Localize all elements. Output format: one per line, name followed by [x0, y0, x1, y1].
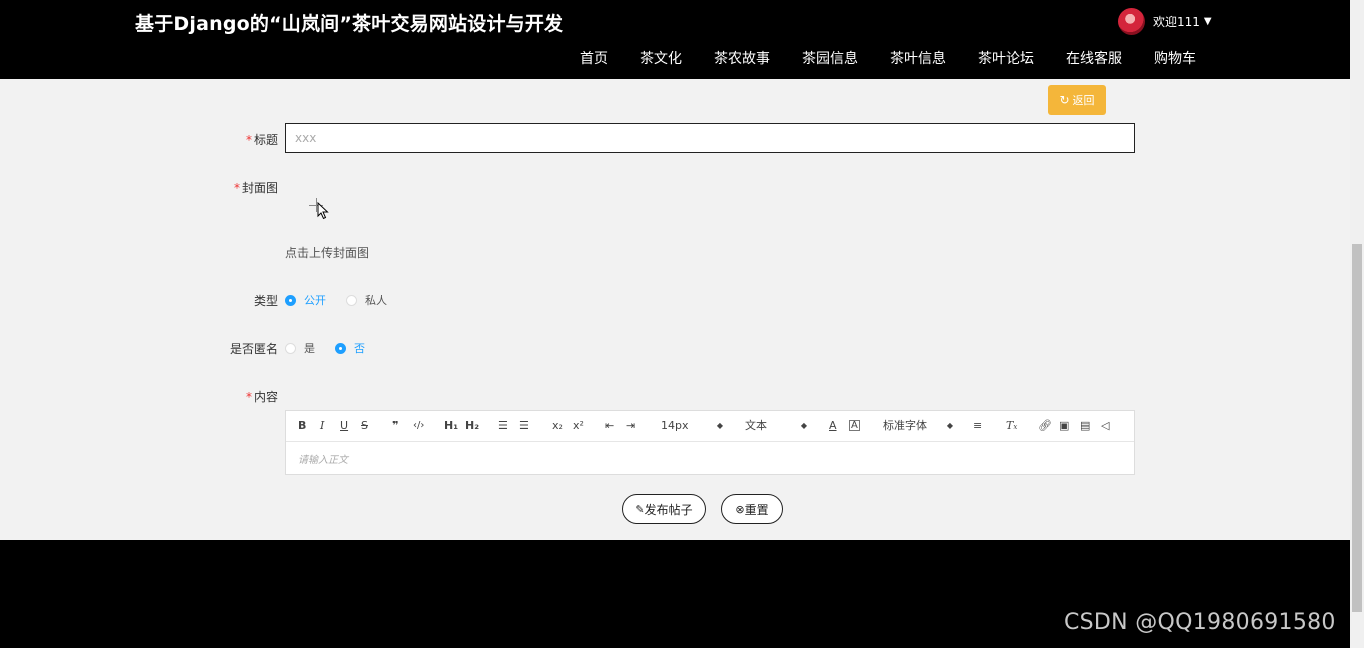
radio-type-private[interactable]: 私人 — [346, 292, 387, 308]
radio-unchecked-icon[interactable] — [285, 342, 296, 354]
superscript-icon[interactable]: x² — [573, 419, 584, 433]
align-icon[interactable]: ≡ — [973, 419, 982, 433]
heading-1-icon[interactable]: H₁ — [444, 419, 458, 433]
blockquote-icon[interactable]: ❞ — [392, 419, 398, 433]
image-icon[interactable]: ▣ — [1059, 419, 1069, 433]
link-icon[interactable]: 🔗︎ — [1038, 419, 1052, 433]
underline-icon[interactable]: U — [340, 419, 348, 433]
site-title: 基于Django的“山岚间”茶叶交易网站设计与开发 — [135, 13, 564, 35]
refresh-icon: ↻ — [1059, 93, 1070, 107]
indent-icon[interactable]: ⇥ — [626, 419, 635, 433]
bold-icon[interactable]: B — [298, 419, 306, 433]
type-label: 类型 — [253, 294, 278, 308]
radio-anon-no[interactable]: 否 — [335, 340, 365, 356]
clear-format-icon[interactable]: Tx — [1006, 419, 1017, 433]
background-color-icon[interactable]: A — [849, 420, 860, 431]
video-icon[interactable]: ▤ — [1080, 419, 1090, 433]
anonymous-label: 是否匿名 — [229, 342, 278, 356]
main-nav: 首页 茶文化 茶农故事 茶园信息 茶叶信息 茶叶论坛 在线客服 购物车 — [564, 50, 1212, 68]
select-arrow-icon: ◆ — [946, 421, 953, 430]
nav-item-online-service[interactable]: 在线客服 — [1050, 50, 1138, 68]
title-label: * 标题 — [245, 133, 278, 147]
watermark: CSDN @QQ1980691580 — [1064, 610, 1336, 635]
italic-icon[interactable]: I — [320, 419, 324, 433]
scrollbar[interactable] — [1350, 0, 1364, 648]
mouse-cursor-icon — [317, 202, 329, 220]
radio-unchecked-icon[interactable] — [346, 294, 357, 306]
edit-icon: ✎ — [635, 502, 645, 516]
outdent-icon[interactable]: ⇤ — [605, 419, 614, 433]
editor-toolbar: B I U S ❞ ‹/› H₁ H₂ ☰ ☰ x₂ x² ⇤ ⇥ 14px ◆ … — [286, 411, 1134, 442]
nav-item-tea-info[interactable]: 茶叶信息 — [874, 50, 962, 68]
cover-label: * 封面图 — [233, 181, 278, 195]
audio-icon[interactable]: ◁ — [1101, 419, 1109, 433]
user-menu[interactable]: 欢迎111 ▼ — [1118, 7, 1212, 35]
select-arrow-icon: ◆ — [800, 421, 807, 430]
radio-anon-yes[interactable]: 是 — [285, 340, 315, 356]
nav-item-cart[interactable]: 购物车 — [1138, 50, 1212, 68]
title-input[interactable] — [285, 123, 1135, 153]
editor-content-area[interactable]: 请输入正文 — [286, 442, 1134, 475]
required-marker: * — [245, 133, 252, 147]
bullet-list-icon[interactable]: ☰ — [519, 419, 529, 433]
code-icon[interactable]: ‹/› — [413, 419, 424, 433]
radio-type-public[interactable]: 公开 — [285, 292, 326, 308]
subscript-icon[interactable]: x₂ — [552, 419, 563, 433]
font-color-icon[interactable]: A — [829, 419, 837, 433]
publish-button[interactable]: ✎ 发布帖子 — [622, 494, 706, 524]
close-circle-icon: ⊗ — [735, 502, 745, 516]
radio-checked-icon[interactable] — [335, 342, 346, 354]
reset-button[interactable]: ⊗ 重置 — [721, 494, 783, 524]
radio-checked-icon[interactable] — [285, 294, 296, 306]
avatar[interactable] — [1118, 7, 1145, 35]
rich-text-editor: B I U S ❞ ‹/› H₁ H₂ ☰ ☰ x₂ x² ⇤ ⇥ 14px ◆ … — [285, 410, 1135, 475]
nav-item-home[interactable]: 首页 — [564, 50, 624, 68]
required-marker: * — [233, 181, 240, 195]
site-header: 基于Django的“山岚间”茶叶交易网站设计与开发 欢迎111 ▼ 首页 茶文化… — [0, 0, 1350, 79]
scrollbar-thumb[interactable] — [1352, 244, 1362, 612]
ordered-list-icon[interactable]: ☰ — [498, 419, 508, 433]
nav-item-tea-garden[interactable]: 茶园信息 — [786, 50, 874, 68]
heading-2-icon[interactable]: H₂ — [465, 419, 479, 433]
caret-down-icon[interactable]: ▼ — [1204, 16, 1212, 27]
nav-item-farmer-stories[interactable]: 茶农故事 — [698, 50, 786, 68]
block-format-select[interactable]: 文本 ◆ — [745, 419, 807, 433]
strikethrough-icon[interactable]: S — [361, 419, 368, 433]
back-button-label: 返回 — [1072, 94, 1095, 107]
nav-item-tea-forum[interactable]: 茶叶论坛 — [962, 50, 1050, 68]
user-greeting[interactable]: 欢迎111 — [1153, 13, 1200, 30]
back-button[interactable]: ↻ 返回 — [1048, 85, 1106, 115]
font-size-select[interactable]: 14px ◆ — [661, 419, 723, 433]
select-arrow-icon: ◆ — [716, 421, 723, 430]
content-label: * 内容 — [245, 390, 278, 404]
font-family-select[interactable]: 标准字体 ◆ — [883, 419, 953, 433]
nav-item-tea-culture[interactable]: 茶文化 — [624, 50, 698, 68]
cover-upload-area[interactable] — [285, 176, 347, 238]
required-marker: * — [245, 390, 252, 404]
cover-upload-hint[interactable]: 点击上传封面图 — [285, 244, 369, 261]
